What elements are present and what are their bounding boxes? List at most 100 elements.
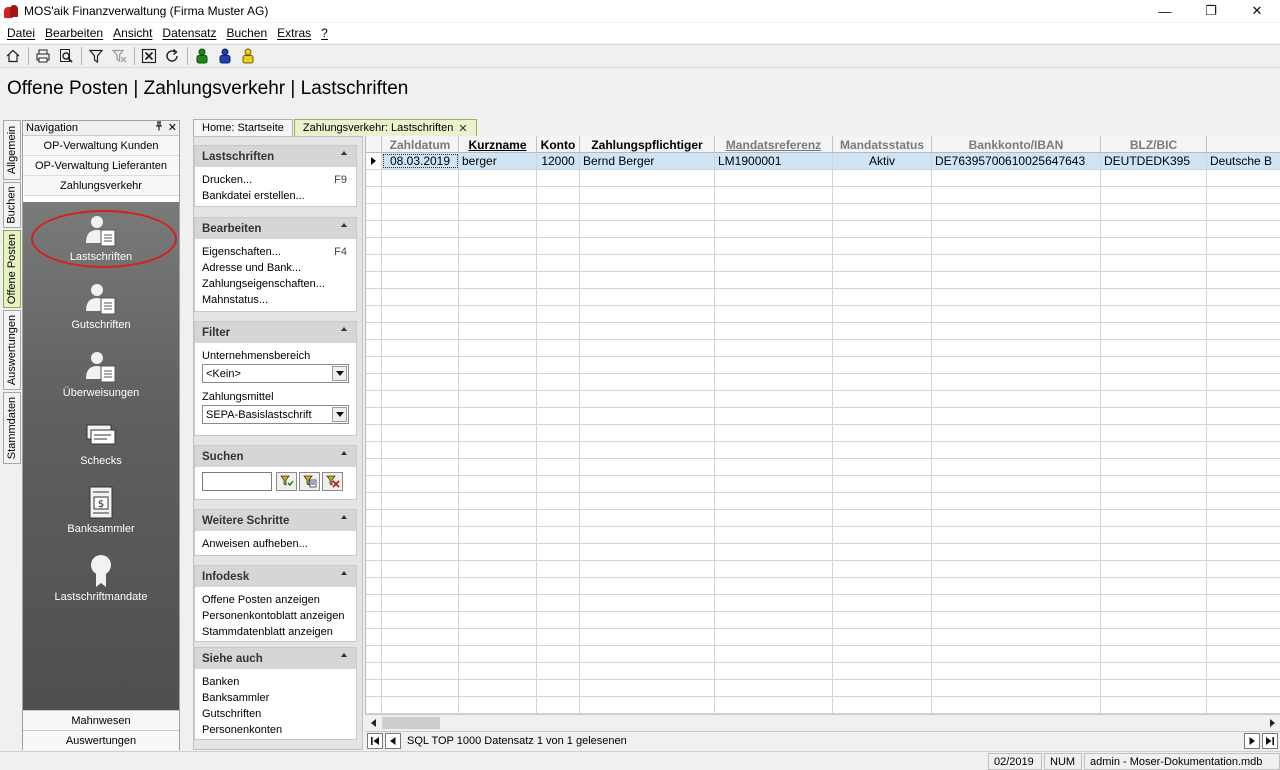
cell-blz-bic[interactable] xyxy=(1101,425,1207,441)
cell-kurzname[interactable] xyxy=(459,561,537,577)
scroll-thumb[interactable] xyxy=(382,717,440,729)
collapse-icon[interactable] xyxy=(341,327,347,331)
cell-zahldatum[interactable] xyxy=(382,595,459,611)
cell-blz-bic[interactable] xyxy=(1101,289,1207,305)
cell-zahldatum[interactable] xyxy=(382,544,459,560)
cell-mandatsreferenz[interactable] xyxy=(715,170,833,186)
cell-kurzname[interactable] xyxy=(459,323,537,339)
cell-zahldatum[interactable] xyxy=(382,561,459,577)
cell-zahldatum[interactable] xyxy=(382,187,459,203)
close-button[interactable]: ✕ xyxy=(1234,0,1280,22)
empty-row[interactable] xyxy=(366,459,1280,476)
cell-mandatsstatus[interactable] xyxy=(833,204,932,220)
cell-zahldatum[interactable] xyxy=(382,663,459,679)
cell-kurzname[interactable] xyxy=(459,459,537,475)
grid-header-blz-bic[interactable]: BLZ/BIC xyxy=(1101,136,1207,153)
cell-mandatsreferenz[interactable] xyxy=(715,646,833,662)
cell-bank[interactable] xyxy=(1207,221,1280,237)
cell-mandatsreferenz[interactable] xyxy=(715,527,833,543)
cell-bankkonto-iban[interactable] xyxy=(932,442,1101,458)
row-indicator[interactable] xyxy=(366,629,382,645)
cell-konto[interactable] xyxy=(537,544,580,560)
cell-konto[interactable] xyxy=(537,289,580,305)
empty-row[interactable] xyxy=(366,357,1280,374)
cell-konto[interactable] xyxy=(537,561,580,577)
cell-kurzname[interactable] xyxy=(459,221,537,237)
cell-bankkonto-iban[interactable] xyxy=(932,255,1101,271)
cell-mandatsstatus[interactable] xyxy=(833,221,932,237)
cell-mandatsreferenz[interactable] xyxy=(715,340,833,356)
vtab-auswertungen[interactable]: Auswertungen xyxy=(3,310,21,390)
cell-mandatsreferenz[interactable] xyxy=(715,459,833,475)
cell-kurzname[interactable] xyxy=(459,340,537,356)
next-record-button[interactable] xyxy=(1244,733,1260,749)
cell-mandatsreferenz[interactable] xyxy=(715,680,833,696)
cell-zahlungspflichtiger[interactable] xyxy=(580,442,715,458)
menu-buchen[interactable]: Buchen xyxy=(221,26,272,40)
cell-bankkonto-iban[interactable] xyxy=(932,578,1101,594)
empty-row[interactable] xyxy=(366,646,1280,663)
grid-header-bank[interactable] xyxy=(1207,136,1280,153)
cell-konto[interactable] xyxy=(537,680,580,696)
empty-row[interactable] xyxy=(366,374,1280,391)
cell-blz-bic[interactable] xyxy=(1101,663,1207,679)
cell-mandatsreferenz[interactable] xyxy=(715,476,833,492)
cell-konto[interactable] xyxy=(537,340,580,356)
cell-bankkonto-iban[interactable] xyxy=(932,612,1101,628)
empty-row[interactable] xyxy=(366,289,1280,306)
cell-zahldatum[interactable] xyxy=(382,442,459,458)
cell-zahldatum[interactable] xyxy=(382,357,459,373)
cell-zahldatum[interactable] xyxy=(382,425,459,441)
zahlungsmittel-select[interactable]: SEPA-Basislastschrift xyxy=(202,405,349,424)
row-indicator[interactable] xyxy=(366,255,382,271)
cell-blz-bic[interactable] xyxy=(1101,272,1207,288)
cell-bankkonto-iban[interactable] xyxy=(932,493,1101,509)
previous-record-button[interactable] xyxy=(385,733,401,749)
nav-item-schecks[interactable]: Schecks xyxy=(23,417,179,477)
cell-zahlungspflichtiger[interactable] xyxy=(580,629,715,645)
empty-row[interactable] xyxy=(366,204,1280,221)
cell-zahlungspflichtiger[interactable] xyxy=(580,697,715,713)
empty-row[interactable] xyxy=(366,663,1280,680)
cell-blz-bic[interactable] xyxy=(1101,255,1207,271)
cell-zahldatum[interactable] xyxy=(382,238,459,254)
cell-kurzname[interactable] xyxy=(459,357,537,373)
cell-mandatsreferenz[interactable] xyxy=(715,357,833,373)
cell-konto[interactable]: 12000 xyxy=(537,153,580,169)
row-indicator[interactable] xyxy=(366,221,382,237)
link-personenkonten[interactable]: Personenkonten xyxy=(195,722,356,738)
cell-konto[interactable] xyxy=(537,527,580,543)
cell-bankkonto-iban[interactable] xyxy=(932,544,1101,560)
supplier-toolbar-button[interactable] xyxy=(215,46,235,66)
collapse-icon[interactable] xyxy=(341,151,347,155)
first-record-button[interactable] xyxy=(367,733,383,749)
cell-mandatsstatus[interactable] xyxy=(833,272,932,288)
nav-link-op-lieferanten[interactable]: OP-Verwaltung Lieferanten xyxy=(23,156,179,176)
maximize-button[interactable]: ❐ xyxy=(1188,0,1234,22)
cell-bankkonto-iban[interactable] xyxy=(932,680,1101,696)
cell-blz-bic[interactable] xyxy=(1101,578,1207,594)
cell-mandatsstatus[interactable] xyxy=(833,187,932,203)
cell-konto[interactable] xyxy=(537,697,580,713)
search-filter-button[interactable] xyxy=(276,471,297,491)
cell-bankkonto-iban[interactable] xyxy=(932,306,1101,322)
cell-bank[interactable] xyxy=(1207,680,1280,696)
row-indicator[interactable] xyxy=(366,510,382,526)
cell-blz-bic[interactable] xyxy=(1101,204,1207,220)
cell-bank[interactable] xyxy=(1207,612,1280,628)
cell-bankkonto-iban[interactable] xyxy=(932,408,1101,424)
cell-mandatsstatus[interactable] xyxy=(833,595,932,611)
cell-zahlungspflichtiger[interactable] xyxy=(580,408,715,424)
cell-zahlungspflichtiger[interactable] xyxy=(580,187,715,203)
cell-bankkonto-iban[interactable] xyxy=(932,187,1101,203)
empty-row[interactable] xyxy=(366,442,1280,459)
empty-row[interactable] xyxy=(366,170,1280,187)
cell-mandatsstatus[interactable] xyxy=(833,510,932,526)
cell-kurzname[interactable] xyxy=(459,408,537,424)
cell-mandatsreferenz[interactable] xyxy=(715,255,833,271)
filter-clear-toolbar-button[interactable] xyxy=(109,46,129,66)
cell-bank[interactable] xyxy=(1207,493,1280,509)
cell-bank[interactable] xyxy=(1207,306,1280,322)
cell-zahldatum[interactable] xyxy=(382,374,459,390)
link-gutschriften[interactable]: Gutschriften xyxy=(195,706,356,722)
